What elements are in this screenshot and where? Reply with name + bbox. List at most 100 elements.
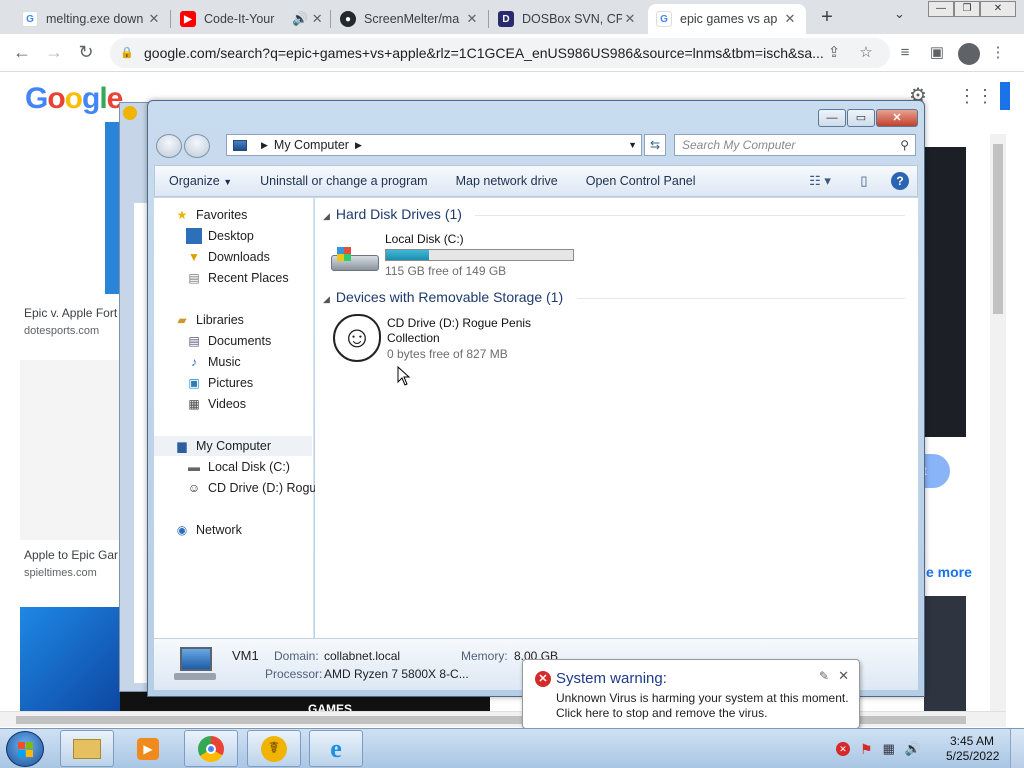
nav-documents[interactable]: ▤ Documents <box>186 331 271 351</box>
menu-icon[interactable]: ⋮ <box>988 43 1008 63</box>
nav-local-disk[interactable]: ▬ Local Disk (C:) <box>186 457 290 477</box>
close-icon[interactable]: ✕ <box>838 668 849 684</box>
explorer-address-bar[interactable]: ▶ My Computer ▶ ▼ <box>226 134 642 156</box>
collapse-icon[interactable]: ◢ <box>323 211 330 221</box>
nav-libraries[interactable]: ▰ Libraries <box>174 310 244 330</box>
hard-drive-icon[interactable] <box>331 243 381 279</box>
nav-music[interactable]: ♪ Music <box>186 352 241 372</box>
group-header-hard-disks[interactable]: ◢ Hard Disk Drives (1) <box>323 206 462 222</box>
tab-title: melting.exe down <box>46 12 144 26</box>
taskbar-internet-explorer[interactable]: e <box>309 730 363 767</box>
scrollbar-thumb[interactable] <box>993 144 1003 314</box>
nav-cd-drive[interactable]: ☺ CD Drive (D:) Rogue <box>186 478 323 498</box>
profile-avatar[interactable] <box>958 43 980 65</box>
nav-downloads[interactable]: ▼ Downloads <box>186 247 270 267</box>
result-image[interactable] <box>924 596 966 712</box>
result-image[interactable] <box>20 360 120 540</box>
explorer-window[interactable]: — ▭ ✕ ▶ My Computer ▶ ▼ ⇆ Search My Comp… <box>147 100 925 697</box>
tab-search-button[interactable]: ⌄ <box>894 6 905 22</box>
refresh-button[interactable]: ⇆ <box>644 134 666 156</box>
action-center-icon[interactable]: ⚑ <box>860 741 873 758</box>
audio-icon[interactable]: 🔊 ✕ <box>292 11 323 27</box>
close-icon[interactable]: ✕ <box>782 11 798 27</box>
search-input[interactable]: Search My Computer ⚲ <box>674 134 916 156</box>
result-source: spieltimes.com <box>24 567 97 579</box>
map-network-drive-button[interactable]: Map network drive <box>442 174 572 188</box>
taskbar-media-player[interactable]: ▶ <box>121 730 175 767</box>
help-icon[interactable]: ? <box>891 172 909 190</box>
tab-epic-games[interactable]: G epic games vs ap ✕ <box>648 4 806 34</box>
open-control-panel-button[interactable]: Open Control Panel <box>572 174 710 188</box>
share-icon[interactable]: ⇪ <box>824 43 844 63</box>
forward-button[interactable] <box>184 134 210 158</box>
nav-desktop[interactable]: Desktop <box>186 226 254 246</box>
side-panel-icon[interactable]: ▣ <box>927 43 947 63</box>
address-bar[interactable]: 🔒 google.com/search?q=epic+games+vs+appl… <box>110 38 890 68</box>
change-view-icon[interactable]: ☷ ▾ <box>803 172 837 190</box>
drive-name-line2[interactable]: Collection <box>387 331 440 345</box>
nav-my-computer[interactable]: ▆ My Computer <box>154 436 312 456</box>
result-image[interactable] <box>924 147 966 437</box>
drive-name[interactable]: Local Disk (C:) <box>385 232 464 246</box>
error-icon[interactable]: ✕ <box>836 742 850 756</box>
reload-button[interactable]: ↻ <box>74 41 98 65</box>
chevron-down-icon[interactable]: ▼ <box>628 140 637 150</box>
tab-code-it[interactable]: ▶ Code-It-Your 🔊 ✕ <box>172 4 328 34</box>
result-image[interactable] <box>105 122 120 294</box>
nav-favorites[interactable]: ★ Favorites <box>174 205 248 225</box>
taskbar-chrome[interactable] <box>184 730 238 767</box>
show-desktop-button[interactable] <box>1010 729 1024 768</box>
tab-dosbox[interactable]: D DOSBox SVN, CP ✕ <box>490 4 646 34</box>
see-more-link[interactable]: e more <box>926 564 972 580</box>
virus-warning-balloon[interactable]: ✕ System warning: ✎ ✕ Unknown Virus is h… <box>522 659 860 742</box>
search-icon[interactable]: ⚲ <box>900 135 909 155</box>
restore-button[interactable]: ❐ <box>954 1 980 17</box>
breadcrumb[interactable]: My Computer <box>274 138 349 152</box>
result-caption[interactable]: Apple to Epic Gar <box>24 548 118 562</box>
close-icon[interactable]: ✕ <box>622 11 638 27</box>
bookmark-star-icon[interactable]: ☆ <box>856 43 876 63</box>
nav-videos[interactable]: ▦ Videos <box>186 394 246 414</box>
maximize-button[interactable]: ▭ <box>847 109 875 127</box>
minimize-button[interactable]: — <box>818 109 846 127</box>
close-icon[interactable]: ✕ <box>146 11 162 27</box>
vertical-scrollbar[interactable] <box>990 134 1006 712</box>
preview-pane-icon[interactable]: ▯ <box>855 172 873 190</box>
close-button[interactable]: ✕ <box>876 109 918 127</box>
apps-grid-icon[interactable]: ⋮⋮ <box>958 86 994 106</box>
back-button[interactable]: ← <box>10 41 34 65</box>
tab-screenmelter[interactable]: ● ScreenMelter/ma ✕ <box>332 4 488 34</box>
new-tab-button[interactable]: + <box>815 6 839 30</box>
close-window-button[interactable]: ✕ <box>980 1 1016 17</box>
clock[interactable]: 3:45 AM 5/25/2022 <box>946 734 999 764</box>
taskbar-explorer[interactable] <box>60 730 114 767</box>
forward-button[interactable]: → <box>42 41 66 65</box>
sign-in-button-edge[interactable] <box>1000 82 1010 110</box>
group-header-removable[interactable]: ◢ Devices with Removable Storage (1) <box>323 289 563 305</box>
volume-icon[interactable]: 🔊 <box>905 741 921 757</box>
organize-button[interactable]: Organize ▼ <box>155 174 246 188</box>
start-button[interactable] <box>6 731 44 767</box>
result-image[interactable] <box>20 607 120 712</box>
balloon-action-link[interactable]: Click here to stop and remove the virus. <box>556 706 767 720</box>
media-control-icon[interactable]: ≡ <box>895 43 915 63</box>
folder-icon <box>73 738 101 759</box>
back-button[interactable] <box>156 134 182 158</box>
tab-melting[interactable]: G melting.exe down ✕ <box>14 4 170 34</box>
nav-recent-places[interactable]: ▤ Recent Places <box>186 268 288 288</box>
result-caption[interactable]: Epic v. Apple Fort <box>24 306 117 320</box>
collapse-icon[interactable]: ◢ <box>323 294 330 304</box>
nav-pictures[interactable]: ▣ Pictures <box>186 373 253 393</box>
balloon-message[interactable]: Unknown Virus is harming your system at … <box>556 691 849 705</box>
uninstall-program-button[interactable]: Uninstall or change a program <box>246 174 441 188</box>
chevron-right-icon[interactable]: ▶ <box>355 140 362 151</box>
nav-network[interactable]: ◉ Network <box>174 520 242 540</box>
options-icon[interactable]: ✎ <box>819 669 829 683</box>
nav-label: Libraries <box>196 313 244 327</box>
taskbar-app[interactable]: ☤ <box>247 730 301 767</box>
drive-name[interactable]: CD Drive (D:) Rogue Penis <box>387 316 531 330</box>
close-icon[interactable]: ✕ <box>464 11 480 27</box>
minimize-button[interactable]: — <box>928 1 954 17</box>
trollface-icon[interactable]: ☺ <box>333 314 381 362</box>
network-icon[interactable]: ▦ <box>883 741 895 757</box>
